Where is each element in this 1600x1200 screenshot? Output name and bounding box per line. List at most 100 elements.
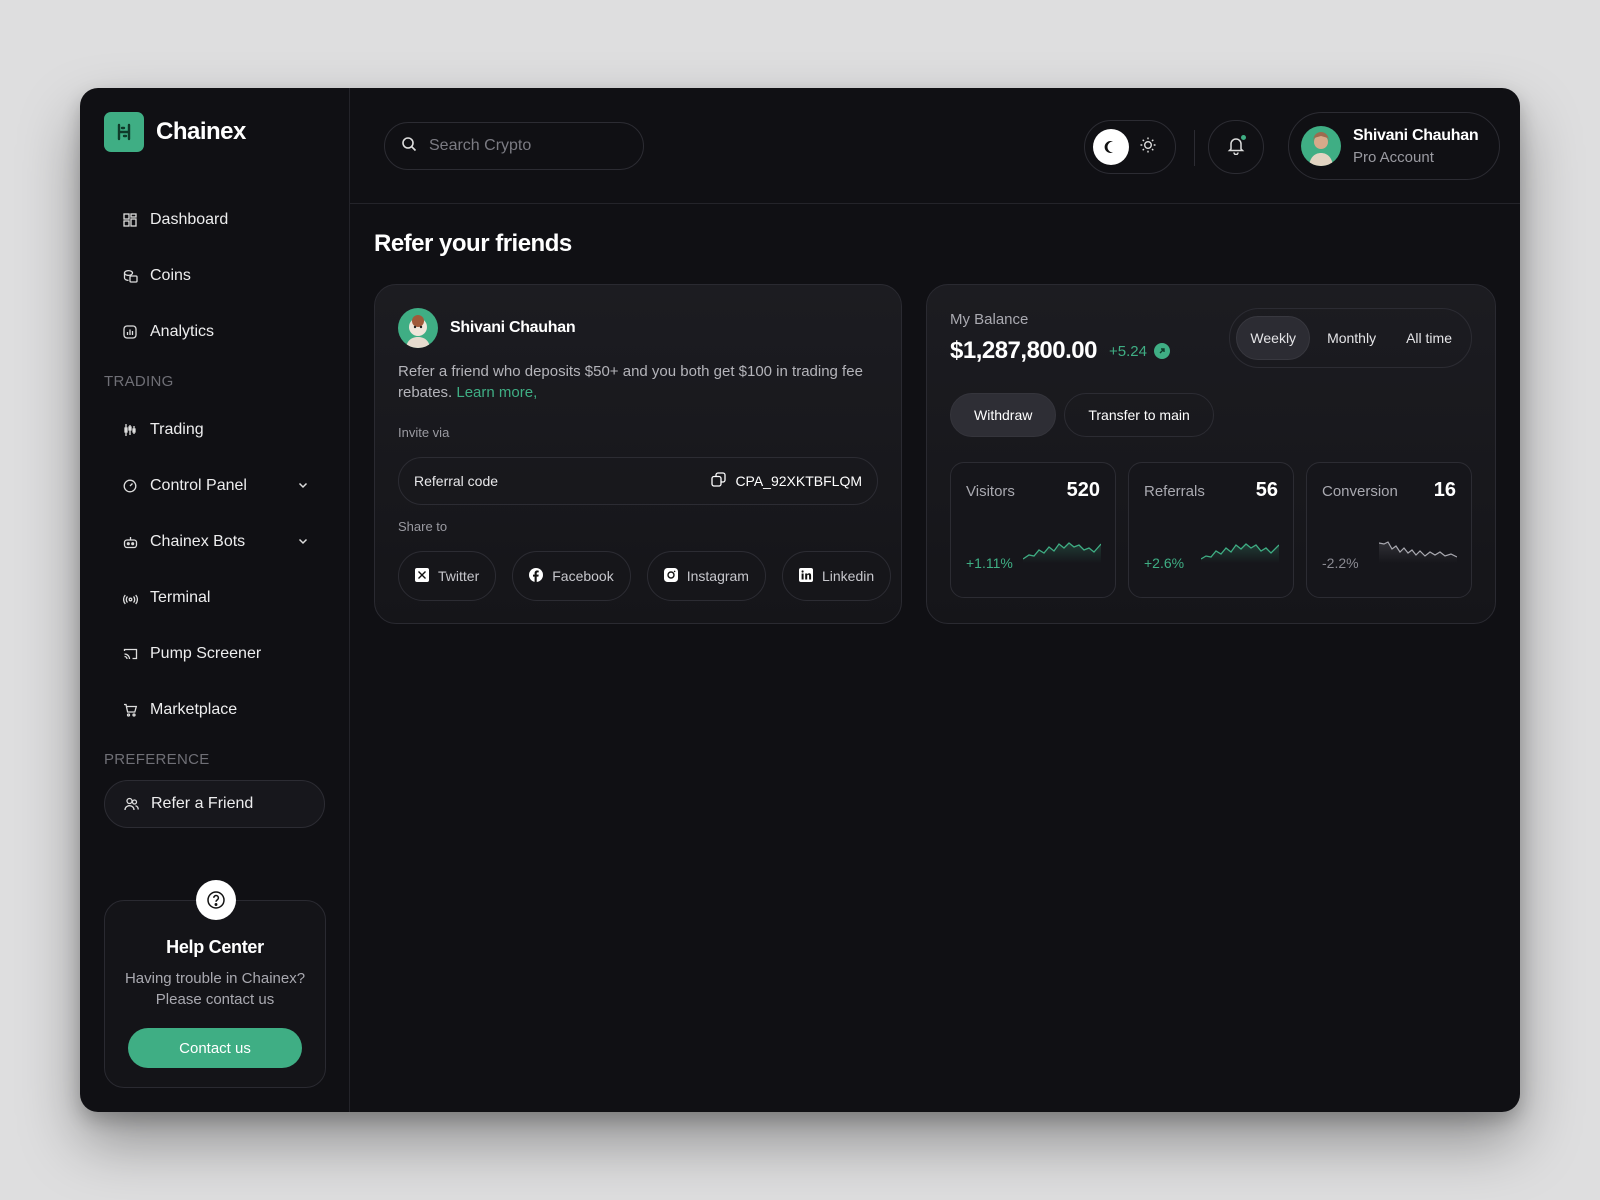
help-center-card: Help Center Having trouble in Chainex? P… bbox=[104, 880, 326, 1088]
sparkline-up bbox=[1023, 542, 1101, 563]
refer-description: Refer a friend who deposits $50+ and you… bbox=[398, 361, 878, 403]
balance-amount: $1,287,800.00 bbox=[950, 337, 1097, 364]
coins-icon bbox=[122, 268, 138, 284]
sidebar-item-marketplace[interactable]: Marketplace bbox=[104, 682, 325, 738]
share-buttons: Twitter Facebook Instagram Linkedin bbox=[398, 551, 892, 601]
facebook-icon bbox=[529, 567, 544, 585]
analytics-icon bbox=[122, 324, 138, 340]
stat-label: Visitors bbox=[966, 483, 1015, 500]
sidebar-item-analytics[interactable]: Analytics bbox=[104, 304, 325, 360]
search-input[interactable] bbox=[429, 137, 609, 155]
withdraw-button[interactable]: Withdraw bbox=[950, 393, 1057, 437]
sidebar-item-dashboard[interactable]: Dashboard bbox=[104, 192, 325, 248]
share-label: Facebook bbox=[552, 568, 614, 584]
sparkline-down bbox=[1379, 541, 1457, 563]
share-linkedin-button[interactable]: Linkedin bbox=[781, 551, 892, 601]
sidebar-item-label: Marketplace bbox=[150, 701, 238, 718]
bot-icon bbox=[122, 534, 138, 550]
users-icon bbox=[123, 796, 139, 812]
contact-us-button[interactable]: Contact us bbox=[128, 1028, 302, 1068]
avatar bbox=[1301, 126, 1341, 166]
sidebar-item-label: Dashboard bbox=[150, 211, 229, 228]
help-title: Help Center bbox=[166, 937, 264, 957]
theme-toggle[interactable] bbox=[1084, 120, 1176, 174]
share-twitter-button[interactable]: Twitter bbox=[398, 551, 497, 601]
stat-label: Conversion bbox=[1322, 483, 1398, 500]
referral-code-label: Referral code bbox=[414, 473, 499, 489]
help-text: Having trouble in Chainex? Please contac… bbox=[105, 968, 325, 1010]
cart-icon bbox=[122, 702, 138, 718]
copy-icon[interactable] bbox=[711, 472, 727, 490]
sidebar-item-label: Control Panel bbox=[150, 477, 247, 494]
stat-value: 520 bbox=[1066, 479, 1100, 501]
logo-icon bbox=[104, 112, 144, 152]
stat-referrals: Referrals 56 +2.6% bbox=[1128, 462, 1294, 598]
sidebar-item-label: Trading bbox=[150, 421, 204, 438]
balance-change: +5.24 bbox=[1109, 343, 1170, 360]
sidebar-item-coins[interactable]: Coins bbox=[104, 248, 325, 304]
arrow-up-right-icon bbox=[1153, 343, 1170, 359]
chevron-down-icon[interactable] bbox=[297, 478, 309, 496]
referral-code-value: CPA_92XKTBFLQM bbox=[735, 473, 862, 489]
sidebar-item-pump-screener[interactable]: Pump Screener bbox=[104, 626, 325, 682]
stat-conversion: Conversion 16 -2.2% bbox=[1306, 462, 1472, 598]
sidebar-item-trading[interactable]: Trading bbox=[104, 402, 325, 458]
invite-via-label: Invite via bbox=[398, 425, 450, 440]
candles-icon bbox=[122, 422, 138, 438]
stats-row: Visitors 520 +1.11% Referrals 56 +2.6% C… bbox=[950, 462, 1472, 598]
avatar bbox=[398, 308, 438, 348]
cast-icon bbox=[122, 646, 138, 662]
sidebar-item-refer-a-friend[interactable]: Refer a Friend bbox=[104, 780, 325, 828]
sidebar-item-label: Coins bbox=[150, 267, 191, 284]
x-icon bbox=[415, 567, 429, 585]
question-icon bbox=[196, 880, 236, 920]
main-nav: Dashboard Coins Analytics TRADING Tradin… bbox=[104, 192, 325, 828]
tab-monthly[interactable]: Monthly bbox=[1314, 316, 1389, 360]
refer-card: Shivani Chauhan Refer a friend who depos… bbox=[374, 284, 902, 624]
referrer-name: Shivani Chauhan bbox=[450, 319, 576, 336]
period-selector: Weekly Monthly All time bbox=[1229, 308, 1472, 368]
section-title-trading: TRADING bbox=[104, 373, 174, 390]
stat-label: Referrals bbox=[1144, 483, 1205, 500]
transfer-to-main-button[interactable]: Transfer to main bbox=[1064, 393, 1214, 437]
sidebar-item-terminal[interactable]: Terminal bbox=[104, 570, 325, 626]
share-to-label: Share to bbox=[398, 519, 448, 534]
brand[interactable]: Chainex bbox=[104, 112, 325, 152]
sidebar-item-label: Pump Screener bbox=[150, 645, 262, 662]
balance-card: My Balance $1,287,800.00 +5.24 Weekly Mo… bbox=[926, 284, 1496, 624]
referral-code-field[interactable]: Referral code CPA_92XKTBFLQM bbox=[398, 457, 878, 505]
user-menu[interactable]: Shivani Chauhan Pro Account bbox=[1288, 112, 1500, 180]
sparkline-up bbox=[1201, 543, 1279, 563]
balance-change-value: +5.24 bbox=[1108, 342, 1147, 360]
sidebar-item-control-panel[interactable]: Control Panel bbox=[104, 458, 325, 514]
tab-weekly[interactable]: Weekly bbox=[1236, 316, 1311, 360]
search-bar[interactable] bbox=[384, 122, 644, 170]
tab-all-time[interactable]: All time bbox=[1393, 316, 1465, 360]
gauge-icon bbox=[122, 478, 138, 494]
user-name: Shivani Chauhan bbox=[1353, 126, 1479, 144]
chevron-down-icon[interactable] bbox=[297, 534, 309, 552]
share-instagram-button[interactable]: Instagram bbox=[646, 551, 766, 601]
help-line: Having trouble in Chainex? bbox=[124, 970, 306, 987]
sidebar: Chainex Dashboard Coins Analytics TRADIN… bbox=[80, 88, 350, 1112]
share-label: Twitter bbox=[438, 568, 480, 584]
topbar-divider bbox=[1194, 130, 1195, 166]
user-plan: Pro Account bbox=[1353, 148, 1434, 166]
share-label: Linkedin bbox=[821, 568, 875, 584]
sun-icon[interactable] bbox=[1139, 136, 1157, 159]
signal-icon bbox=[122, 590, 138, 606]
app-window: Chainex Dashboard Coins Analytics TRADIN… bbox=[80, 88, 1520, 1112]
share-facebook-button[interactable]: Facebook bbox=[512, 551, 631, 601]
linkedin-icon bbox=[798, 567, 813, 585]
page-title: Refer your friends bbox=[374, 230, 572, 257]
moon-icon[interactable] bbox=[1093, 129, 1129, 165]
sidebar-item-label: Chainex Bots bbox=[150, 533, 246, 550]
sidebar-item-chainex-bots[interactable]: Chainex Bots bbox=[104, 514, 325, 570]
learn-more-link[interactable]: Learn more, bbox=[456, 384, 537, 401]
notifications-button[interactable] bbox=[1208, 120, 1264, 174]
topbar: Shivani Chauhan Pro Account bbox=[350, 88, 1520, 204]
instagram-icon bbox=[663, 567, 678, 585]
section-title-preference: PREFERENCE bbox=[104, 751, 210, 768]
grid-icon bbox=[122, 212, 138, 228]
stat-visitors: Visitors 520 +1.11% bbox=[950, 462, 1116, 598]
